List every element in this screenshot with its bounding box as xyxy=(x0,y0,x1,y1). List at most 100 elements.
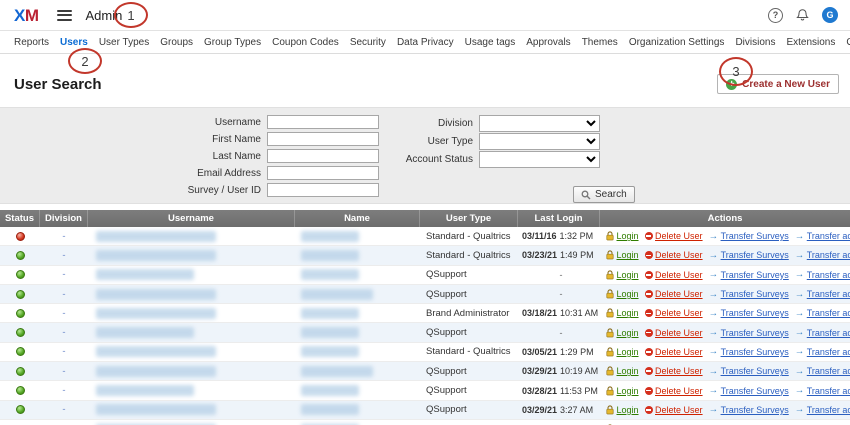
delete-user-link[interactable]: Delete User xyxy=(645,308,703,318)
last-login-date: 03/29/21 xyxy=(522,366,557,376)
login-link[interactable]: Login xyxy=(606,231,639,241)
header-last-login: Last Login xyxy=(518,210,600,227)
delete-user-link[interactable]: Delete User xyxy=(645,328,703,338)
delete-user-link[interactable]: Delete User xyxy=(645,231,703,241)
division-cell: - xyxy=(40,343,88,361)
nav-item-reports[interactable]: Reports xyxy=(14,37,49,48)
transfer-actions-link[interactable]: →Transfer actions xyxy=(795,327,850,338)
user-type-select[interactable] xyxy=(479,133,600,150)
transfer-actions-link[interactable]: →Transfer actions xyxy=(795,385,850,396)
login-link[interactable]: Login xyxy=(606,405,639,415)
search-button[interactable]: Search xyxy=(573,186,635,203)
nav-item-approvals[interactable]: Approvals xyxy=(526,37,570,48)
transfer-surveys-link[interactable]: →Transfer Surveys xyxy=(709,231,789,242)
division-select[interactable] xyxy=(479,115,600,132)
transfer-actions-link[interactable]: →Transfer actions xyxy=(795,269,850,280)
nav-item-users[interactable]: Users xyxy=(60,37,88,48)
last-login-time: 10:19 AM xyxy=(560,366,598,376)
redacted-username xyxy=(96,289,216,300)
user-type-cell: QSupport xyxy=(420,285,518,303)
name-cell xyxy=(295,304,420,322)
nav-item-security[interactable]: Security xyxy=(350,37,386,48)
nav-item-group-types[interactable]: Group Types xyxy=(204,37,261,48)
redacted-name xyxy=(301,269,359,280)
delete-user-link[interactable]: Delete User xyxy=(645,366,703,376)
table-row: -Standard - Qualtrics03/11/161:32 PMLogi… xyxy=(0,227,850,246)
nav-item-user-types[interactable]: User Types xyxy=(99,37,149,48)
username-cell xyxy=(88,401,295,419)
user-type-cell: Standard - Qualtrics xyxy=(420,246,518,264)
transfer-surveys-link[interactable]: →Transfer Surveys xyxy=(709,289,789,300)
transfer-actions-link[interactable]: →Transfer actions xyxy=(795,404,850,415)
arrow-icon: → xyxy=(795,404,805,415)
status-green-icon xyxy=(16,309,25,318)
table-row: -QSupport03/17/211:40 AMLoginDelete User… xyxy=(0,420,850,425)
login-link[interactable]: Login xyxy=(606,270,639,280)
transfer-actions-link[interactable]: →Transfer actions xyxy=(795,308,850,319)
transfer-surveys-link[interactable]: →Transfer Surveys xyxy=(709,366,789,377)
lock-icon xyxy=(606,328,614,338)
transfer-actions-link[interactable]: →Transfer actions xyxy=(795,231,850,242)
first-name-input[interactable] xyxy=(267,132,379,146)
avatar[interactable]: G xyxy=(822,7,838,23)
delete-user-link[interactable]: Delete User xyxy=(645,347,703,357)
nav-item-extensions[interactable]: Extensions xyxy=(786,37,835,48)
transfer-surveys-link[interactable]: →Transfer Surveys xyxy=(709,404,789,415)
last-login-cell: 03/17/211:40 AM xyxy=(518,420,600,425)
delete-user-link[interactable]: Delete User xyxy=(645,386,703,396)
user-search-panel: Username First Name Last Name Email Addr… xyxy=(0,107,850,204)
transfer-actions-link[interactable]: →Transfer actions xyxy=(795,346,850,357)
nav-item-data-privacy[interactable]: Data Privacy xyxy=(397,37,454,48)
last-login-date: 03/29/21 xyxy=(522,405,557,415)
username-cell xyxy=(88,362,295,380)
transfer-actions-link[interactable]: →Transfer actions xyxy=(795,289,850,300)
table-row: -QSupport03/28/2111:53 PMLoginDelete Use… xyxy=(0,381,850,400)
transfer-surveys-link[interactable]: →Transfer Surveys xyxy=(709,327,789,338)
xm-logo-x: X xyxy=(14,6,25,25)
transfer-surveys-link[interactable]: →Transfer Surveys xyxy=(709,385,789,396)
transfer-surveys-link[interactable]: →Transfer Surveys xyxy=(709,250,789,261)
transfer-surveys-link[interactable]: →Transfer Surveys xyxy=(709,346,789,357)
survey-user-id-input[interactable] xyxy=(267,183,379,197)
name-cell xyxy=(295,285,420,303)
status-cell xyxy=(0,362,40,380)
login-link[interactable]: Login xyxy=(606,328,639,338)
login-link[interactable]: Login xyxy=(606,347,639,357)
last-name-input[interactable] xyxy=(267,149,379,163)
username-cell xyxy=(88,381,295,399)
notifications-bell-icon[interactable] xyxy=(796,8,809,22)
transfer-actions-link[interactable]: →Transfer actions xyxy=(795,250,850,261)
nav-item-divisions[interactable]: Divisions xyxy=(735,37,775,48)
hamburger-menu-icon[interactable] xyxy=(57,10,72,21)
actions-cell: Login Delete User →Transfer Surveys →Transf… xyxy=(600,266,850,284)
delete-user-link[interactable]: Delete User xyxy=(645,405,703,415)
lock-icon xyxy=(606,231,614,241)
nav-item-onlin[interactable]: Onlin xyxy=(846,37,850,48)
help-icon[interactable]: ? xyxy=(768,8,783,23)
delete-user-link[interactable]: Delete User xyxy=(645,250,703,260)
nav-item-groups[interactable]: Groups xyxy=(160,37,193,48)
user-type-label: User Type xyxy=(385,136,479,147)
login-link[interactable]: Login xyxy=(606,289,639,299)
status-cell xyxy=(0,246,40,264)
account-status-select[interactable] xyxy=(479,151,600,168)
delete-user-link[interactable]: Delete User xyxy=(645,270,703,280)
delete-user-link[interactable]: Delete User xyxy=(645,289,703,299)
login-link[interactable]: Login xyxy=(606,366,639,376)
email-address-input[interactable] xyxy=(267,166,379,180)
username-input[interactable] xyxy=(267,115,379,129)
transfer-actions-link[interactable]: →Transfer actions xyxy=(795,366,850,377)
user-type-cell: Standard - Qualtrics xyxy=(420,343,518,361)
transfer-surveys-link[interactable]: →Transfer Surveys xyxy=(709,269,789,280)
login-link[interactable]: Login xyxy=(606,308,639,318)
nav-item-themes[interactable]: Themes xyxy=(582,37,618,48)
nav-item-organization-settings[interactable]: Organization Settings xyxy=(629,37,725,48)
nav-item-coupon-codes[interactable]: Coupon Codes xyxy=(272,37,339,48)
nav-item-usage-tags[interactable]: Usage tags xyxy=(465,37,516,48)
login-link[interactable]: Login xyxy=(606,386,639,396)
login-link[interactable]: Login xyxy=(606,250,639,260)
user-type-cell: QSupport xyxy=(420,362,518,380)
table-row: -QSupport03/29/213:27 AMLoginDelete User… xyxy=(0,401,850,420)
create-new-user-button[interactable]: + Create a New User xyxy=(717,74,839,94)
transfer-surveys-link[interactable]: →Transfer Surveys xyxy=(709,308,789,319)
